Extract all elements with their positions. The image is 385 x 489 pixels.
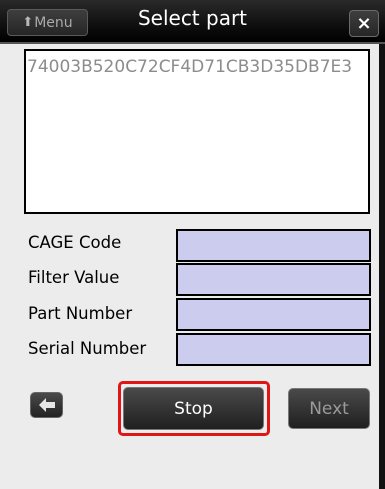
close-icon: × [356, 13, 372, 34]
menu-button[interactable]: ⬆︎ Menu [7, 9, 88, 36]
stop-button[interactable]: Stop [123, 387, 264, 430]
serial-number-label: Serial Number [28, 339, 147, 358]
title-bar: ⬆︎ Menu Select part × [0, 0, 385, 44]
menu-label: Menu [34, 14, 73, 31]
part-number-field[interactable] [176, 298, 371, 331]
cage-code-field[interactable] [176, 229, 371, 262]
part-number-label: Part Number [28, 304, 133, 323]
serial-number-field[interactable] [176, 333, 371, 366]
filter-value-field[interactable] [176, 263, 371, 296]
next-label: Next [309, 398, 349, 419]
part-text: 74003B520C72CF4D71CB3D35DB7E3 [27, 57, 353, 77]
filter-value-label: Filter Value [28, 268, 120, 287]
cage-code-label: CAGE Code [28, 233, 122, 252]
next-button[interactable]: Next [288, 388, 370, 429]
back-button[interactable] [30, 392, 63, 418]
back-arrow-icon [38, 398, 55, 412]
stop-label: Stop [174, 398, 213, 419]
page-title: Select part [137, 6, 248, 30]
close-button[interactable]: × [349, 10, 379, 37]
part-text-area[interactable]: 74003B520C72CF4D71CB3D35DB7E3 [24, 49, 370, 214]
up-arrow-icon: ⬆︎ [22, 15, 34, 30]
